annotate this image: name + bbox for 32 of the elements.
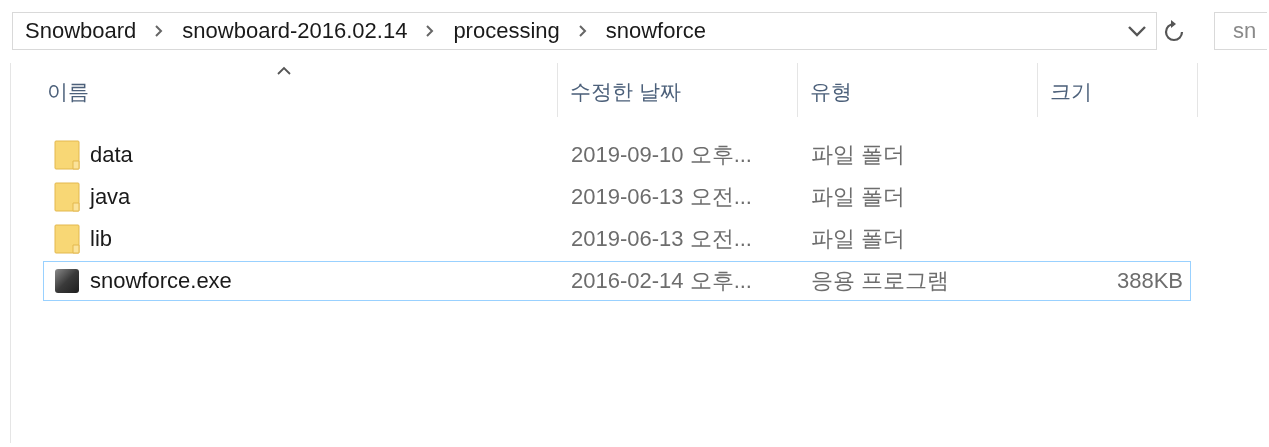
file-name: data	[90, 142, 133, 168]
dropdown-chevron-icon[interactable]	[1126, 24, 1148, 38]
file-name: java	[90, 184, 131, 210]
search-field[interactable]: sn	[1214, 12, 1267, 50]
file-type: 파일 폴더	[811, 142, 906, 167]
file-row[interactable]: java 2019-06-13 오전... 파일 폴더	[43, 177, 1191, 217]
file-name: lib	[90, 226, 112, 252]
modified-date: 2016-02-14 오후...	[571, 268, 752, 293]
refresh-icon	[1162, 19, 1185, 43]
modified-date: 2019-06-13 오전...	[571, 226, 752, 251]
file-type: 응용 프로그램	[811, 268, 950, 293]
file-row[interactable]: data 2019-09-10 오후... 파일 폴더	[43, 135, 1191, 175]
breadcrumb-item[interactable]: snowforce	[605, 18, 707, 44]
file-size: 388KB	[1116, 268, 1183, 293]
address-bar[interactable]: Snowboard snowboard-2016.02.14 processing snowforce	[12, 12, 1190, 50]
file-type: 파일 폴더	[811, 226, 906, 251]
folder-icon	[54, 223, 80, 255]
breadcrumb-item[interactable]: Snowboard	[25, 18, 137, 44]
breadcrumb-item[interactable]: processing	[453, 18, 560, 44]
chevron-right-icon	[154, 24, 165, 38]
breadcrumb-item[interactable]: snowboard-2016.02.14	[182, 18, 408, 44]
folder-icon	[54, 139, 80, 171]
sort-ascending-icon	[276, 65, 292, 75]
modified-date: 2019-09-10 오후...	[571, 142, 752, 167]
chevron-right-icon	[577, 24, 588, 38]
chevron-right-icon	[425, 24, 436, 38]
file-row[interactable]: lib 2019-06-13 오전... 파일 폴더	[43, 219, 1191, 259]
folder-icon	[54, 181, 80, 213]
file-row[interactable]: snowforce.exe 2016-02-14 오후... 응용 프로그램 388KB	[43, 261, 1191, 301]
file-type: 파일 폴더	[811, 184, 906, 209]
modified-date: 2019-06-13 오전...	[571, 184, 752, 209]
file-name: snowforce.exe	[90, 268, 232, 294]
